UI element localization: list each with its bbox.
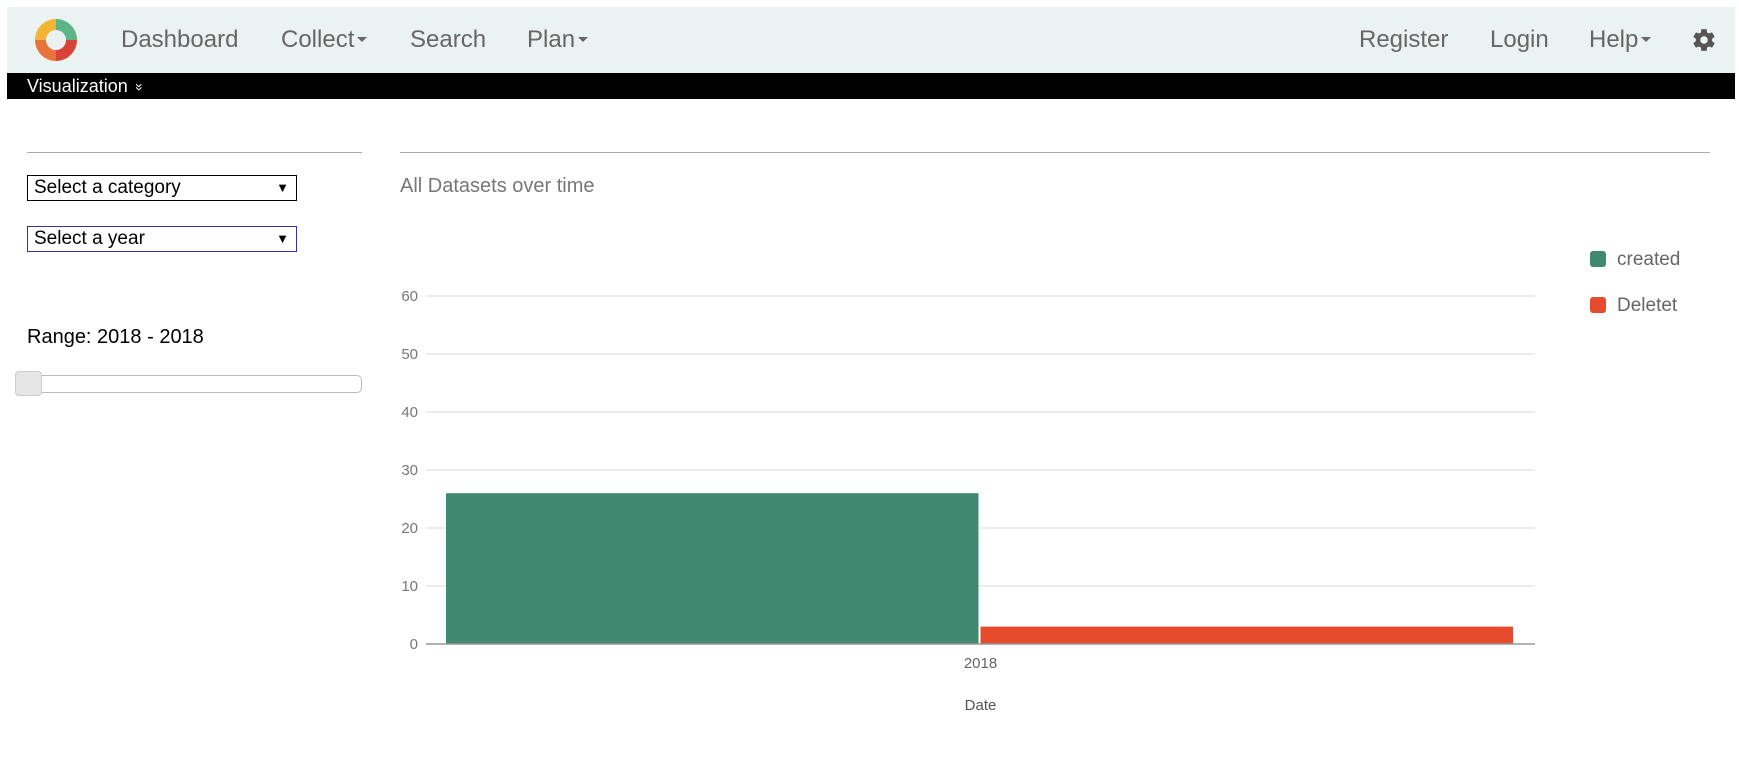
caret-down-icon	[1641, 37, 1652, 43]
y-tick-label: 50	[401, 346, 418, 363]
nav-help[interactable]: Help	[1589, 7, 1652, 73]
year-select-value: Select a year	[34, 228, 145, 249]
x-axis-label: Date	[965, 697, 997, 714]
dropdown-arrow-icon: ▼	[276, 231, 289, 246]
logo-icon[interactable]	[33, 17, 79, 63]
y-tick-label: 30	[401, 462, 418, 479]
nav-search[interactable]: Search	[410, 7, 486, 73]
y-tick-label: 20	[401, 520, 418, 537]
legend-swatch-created	[1590, 251, 1606, 267]
nav-dashboard[interactable]: Dashboard	[121, 7, 238, 73]
x-tick-label: 2018	[964, 655, 997, 672]
nav-register[interactable]: Register	[1359, 7, 1448, 73]
legend-label-deletet: Deletet	[1617, 295, 1678, 316]
caret-down-icon	[578, 37, 589, 43]
bar-deletet-2018	[980, 626, 1513, 644]
nav-help-label: Help	[1589, 26, 1639, 53]
top-navbar: Dashboard Collect Search Plan Register L…	[7, 7, 1735, 73]
nav-dashboard-label: Dashboard	[121, 26, 239, 53]
nav-collect-label: Collect	[281, 26, 355, 53]
chart-title: All Datasets over time	[400, 175, 595, 197]
bar-created-2018	[446, 493, 979, 644]
nav-register-label: Register	[1359, 26, 1449, 53]
y-tick-label: 60	[401, 288, 418, 305]
nav-plan[interactable]: Plan	[527, 7, 589, 73]
range-label: Range: 2018 - 2018	[27, 326, 204, 348]
chart-divider	[400, 152, 1710, 153]
legend-swatch-deletet	[1590, 297, 1606, 313]
year-select[interactable]: Select a year ▼	[27, 226, 297, 252]
nav-login[interactable]: Login	[1490, 7, 1549, 73]
legend-label-created: created	[1617, 249, 1681, 270]
left-divider	[27, 152, 362, 153]
nav-login-label: Login	[1490, 26, 1549, 53]
y-tick-label: 0	[410, 636, 418, 653]
y-tick-label: 10	[401, 578, 418, 595]
bar-chart: 0 10 20 30 40 50 60 2018 Date	[401, 288, 1535, 714]
category-select-value: Select a category	[34, 177, 181, 198]
visualization-toggle[interactable]: Visualization »	[7, 73, 1735, 99]
double-chevron-down-icon: »	[131, 83, 148, 91]
dropdown-arrow-icon: ▼	[276, 180, 289, 195]
y-tick-label: 40	[401, 404, 418, 421]
nav-search-label: Search	[410, 26, 487, 53]
nav-plan-label: Plan	[527, 26, 576, 53]
category-select[interactable]: Select a category ▼	[27, 175, 297, 201]
range-slider-track[interactable]	[22, 375, 362, 393]
visualization-label: Visualization	[27, 76, 128, 96]
nav-collect[interactable]: Collect	[281, 7, 368, 73]
gear-icon[interactable]	[1691, 27, 1717, 53]
range-slider-handle[interactable]	[15, 371, 42, 396]
caret-down-icon	[357, 37, 368, 43]
